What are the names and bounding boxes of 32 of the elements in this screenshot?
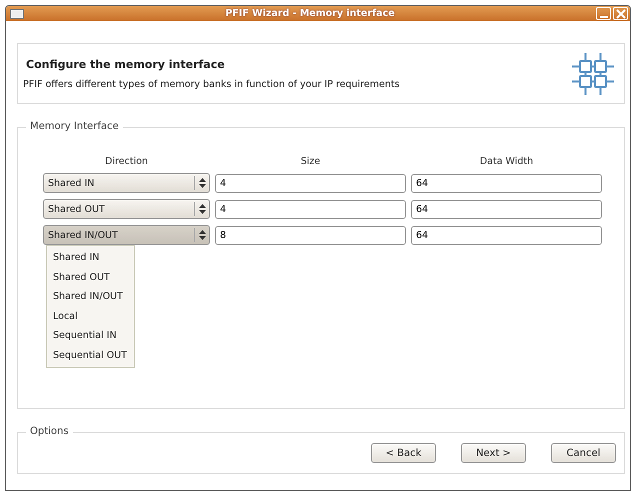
- direction-dropdown[interactable]: Shared IN/OUT: [43, 225, 210, 245]
- direction-dropdown[interactable]: Shared IN: [43, 173, 210, 193]
- wizard-button[interactable]: Cancel: [551, 443, 616, 463]
- close-icon[interactable]: [613, 7, 628, 20]
- page-title: Configure the memory interface: [26, 58, 226, 70]
- wizard-button[interactable]: Next >: [461, 443, 526, 463]
- window-title: PFIF Wizard - Memory interface: [224, 8, 396, 19]
- size-field[interactable]: 8: [215, 226, 406, 244]
- group-label: Options: [26, 426, 73, 437]
- column-header: Direction: [104, 156, 149, 167]
- column-header: Size: [300, 156, 322, 167]
- data-width-field[interactable]: 64: [411, 200, 602, 218]
- data-width-field[interactable]: 64: [411, 174, 602, 192]
- data-width-field[interactable]: 64: [411, 226, 602, 244]
- spinner-arrows-icon: [198, 230, 206, 240]
- direction-dropdown[interactable]: Shared OUT: [43, 199, 210, 219]
- menu-item[interactable]: Sequential OUT: [47, 346, 134, 365]
- size-field[interactable]: 4: [215, 200, 406, 218]
- page-description: PFIF offers different types of memory banks in function of your IP requirements: [23, 78, 401, 90]
- menu-item[interactable]: Sequential IN: [47, 326, 134, 346]
- column-header: Data Width: [478, 156, 534, 167]
- menu-item[interactable]: Shared IN: [47, 248, 134, 268]
- menu-item[interactable]: Shared OUT: [47, 268, 134, 287]
- menu-item[interactable]: Local: [47, 306, 134, 326]
- size-field[interactable]: 4: [215, 174, 406, 192]
- spinner-arrows-icon: [198, 204, 206, 214]
- spinner-arrows-icon: [198, 178, 206, 188]
- wizard-button[interactable]: < Back: [371, 443, 436, 463]
- minimize-icon[interactable]: [596, 7, 611, 20]
- group-label: Memory Interface: [26, 121, 123, 132]
- window-menu-icon[interactable]: [10, 8, 24, 18]
- menu-item[interactable]: Shared IN/OUT: [47, 287, 134, 306]
